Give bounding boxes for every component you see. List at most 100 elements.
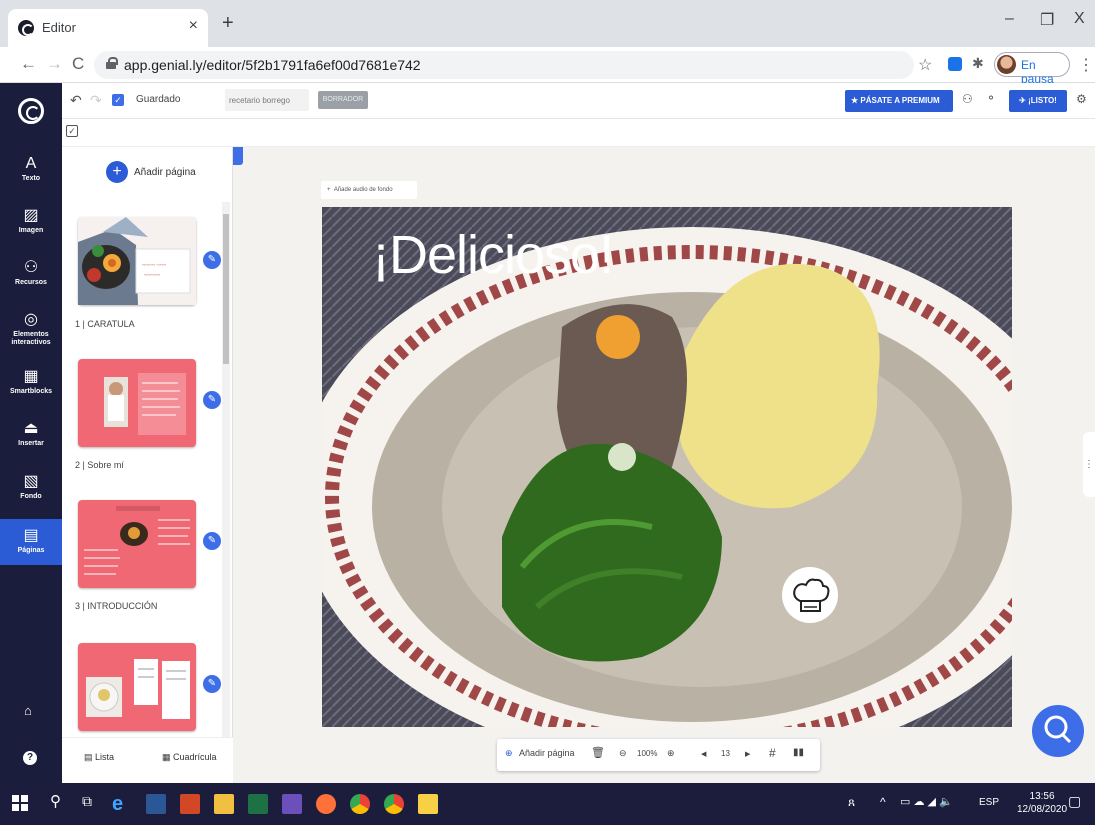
avatar: [997, 55, 1016, 74]
reload-icon[interactable]: C: [72, 54, 84, 74]
nav-item-texto[interactable]: A Texto: [0, 155, 62, 183]
nav-item-fondo[interactable]: ▧ Fondo: [0, 473, 62, 501]
chef-hat-icon: [793, 578, 830, 612]
help-center-icon[interactable]: ⌂: [24, 703, 32, 718]
search-icon[interactable]: ⚲: [50, 792, 61, 810]
settings-gear-icon[interactable]: ⚙: [1076, 92, 1087, 106]
page-thumbnail-3[interactable]: [78, 500, 196, 588]
nav-item-recursos[interactable]: ⚇ Recursos: [0, 259, 62, 287]
forward-icon[interactable]: →: [46, 54, 63, 74]
bookmark-star-icon[interactable]: ☆: [918, 55, 932, 75]
genially-logo[interactable]: [18, 98, 44, 124]
nav-item-imagen[interactable]: ▨ Imagen: [0, 207, 62, 235]
browser-menu-icon[interactable]: ⋮: [1078, 55, 1094, 75]
preview-icon[interactable]: ⚬: [986, 91, 996, 105]
back-icon[interactable]: ←: [20, 54, 37, 74]
next-page-icon[interactable]: ▶: [745, 750, 750, 758]
magic-wand-icon[interactable]: ✎: [203, 251, 221, 269]
svg-text:~~~~~: ~~~~~: [144, 273, 161, 279]
smartblocks-icon: ▦: [23, 368, 39, 385]
windows-start-icon[interactable]: [12, 795, 28, 811]
chef-hat-button[interactable]: [782, 567, 838, 623]
delete-page-icon[interactable]: 🗑: [591, 746, 605, 759]
recipe-thumbnail-image: [86, 659, 190, 719]
notifications-icon[interactable]: ▢: [1068, 793, 1081, 810]
image-icon: ▨: [23, 207, 39, 224]
magic-wand-icon[interactable]: ✎: [203, 391, 221, 409]
people-icon[interactable]: ጸ: [848, 795, 855, 810]
browser-tab[interactable]: Editor ×: [8, 9, 208, 47]
nav-item-elementos-interactivos[interactable]: ◎ Elementos interactivos: [0, 311, 62, 347]
chrome-icon[interactable]: [350, 794, 370, 814]
search-icon: [1044, 715, 1072, 744]
page-number: 13: [721, 749, 730, 758]
canvas-bottom-bar: ⊕ Añadir página 🗑 ⊖ 100% ⊕ ◀ 13 ▶ # ▮▮: [497, 739, 820, 771]
saved-status: Guardado: [136, 94, 181, 105]
slide-heading[interactable]: ¡Delicioso!: [372, 224, 614, 286]
extension-icon[interactable]: [948, 57, 962, 71]
profile-button[interactable]: En pausa: [994, 52, 1070, 86]
address-bar-row: ← → C app.genial.ly/editor/5f2b1791fa6ef…: [0, 47, 1095, 86]
page-label-2: 2 | Sobre mí: [75, 460, 124, 470]
maximize-button[interactable]: ❐: [1040, 10, 1054, 30]
panel-collapse-tab[interactable]: [233, 147, 243, 165]
close-window-button[interactable]: X: [1074, 10, 1085, 28]
visio-icon[interactable]: [282, 794, 302, 814]
zoom-out-icon[interactable]: ⊖: [619, 748, 627, 759]
nav-item-paginas[interactable]: ▤ Páginas: [0, 519, 62, 565]
prev-page-icon[interactable]: ◀: [701, 750, 706, 758]
language-indicator[interactable]: ESP: [979, 797, 999, 808]
excel-icon[interactable]: [248, 794, 268, 814]
sticky-notes-icon[interactable]: [418, 794, 438, 814]
search-help-button[interactable]: [1032, 705, 1084, 757]
tray-icons[interactable]: ▭ ☁ ◢ 🔈: [900, 795, 953, 808]
file-explorer-icon[interactable]: [214, 794, 234, 814]
magic-wand-icon[interactable]: ✎: [203, 675, 221, 693]
page-thumbnail-1[interactable]: ~~~~ ~~~ ~~~~~: [78, 217, 196, 305]
pages-scrollbar[interactable]: [222, 202, 230, 737]
page-label-1: 1 | CARATULA: [75, 319, 135, 329]
undo-icon[interactable]: ↶: [70, 92, 82, 109]
add-page-plus-icon[interactable]: ⊕: [505, 748, 513, 759]
powerpoint-icon[interactable]: [180, 794, 200, 814]
add-background-audio-button[interactable]: + Añade audio de fondo: [321, 181, 417, 199]
tray-chevron-icon[interactable]: ^: [880, 795, 886, 809]
task-view-icon[interactable]: ⧉: [82, 793, 92, 810]
bottom-add-page-button[interactable]: Añadir página: [519, 748, 575, 758]
word-icon[interactable]: [146, 794, 166, 814]
tab-close-icon[interactable]: ×: [189, 17, 198, 35]
redo-icon[interactable]: ↷: [90, 92, 102, 109]
collaborate-icon[interactable]: ⚇: [962, 92, 973, 106]
magic-wand-icon[interactable]: ✎: [203, 532, 221, 550]
nav-item-smartblocks[interactable]: ▦ Smartblocks: [0, 368, 62, 396]
project-name-input[interactable]: recetario borrego: [225, 89, 309, 111]
scrollbar-thumb[interactable]: [223, 214, 229, 364]
firefox-icon[interactable]: [316, 794, 336, 814]
new-tab-button[interactable]: +: [222, 12, 234, 35]
page-thumbnail-2[interactable]: [78, 359, 196, 447]
nav-item-insertar[interactable]: ⏏ Insertar: [0, 420, 62, 448]
chrome-icon[interactable]: [384, 794, 404, 814]
side-panel-handle[interactable]: ⋮: [1083, 432, 1095, 497]
layout-toggle-icon[interactable]: ▮▮: [793, 747, 804, 758]
zoom-in-icon[interactable]: ⊕: [667, 748, 675, 759]
saved-check-icon: ✓: [112, 94, 124, 106]
windows-taskbar: ⚲ ⧉ e ጸ ^ ▭ ☁ ◢ 🔈 ESP 13:56 12/08/2020 ▢: [0, 783, 1095, 825]
slide[interactable]: ¡Delicioso!: [322, 207, 1012, 727]
grid-view-button[interactable]: ▦ Cuadrícula: [162, 752, 217, 763]
premium-button[interactable]: ★ PÁSATE A PREMIUM: [845, 90, 953, 112]
genially-favicon-icon: [18, 20, 34, 36]
grid-guides-icon[interactable]: #: [769, 746, 776, 760]
list-view-button[interactable]: ▤ Lista: [84, 752, 114, 763]
taskbar-clock[interactable]: 13:56 12/08/2020: [1017, 790, 1067, 816]
minimize-button[interactable]: –: [1005, 10, 1014, 28]
page-thumbnail-4[interactable]: [78, 643, 196, 731]
edge-icon[interactable]: e: [112, 794, 132, 814]
secondary-toolbar: ✓: [62, 119, 1095, 147]
help-icon[interactable]: ?: [23, 751, 37, 765]
add-page-button[interactable]: + Añadir página: [106, 161, 196, 183]
extensions-puzzle-icon[interactable]: ✱: [972, 55, 984, 72]
url-input[interactable]: app.genial.ly/editor/5f2b1791fa6ef00d768…: [94, 51, 914, 79]
ready-button[interactable]: ✈ ¡LISTO!: [1009, 90, 1067, 112]
select-checkbox-icon[interactable]: ✓: [66, 125, 78, 137]
